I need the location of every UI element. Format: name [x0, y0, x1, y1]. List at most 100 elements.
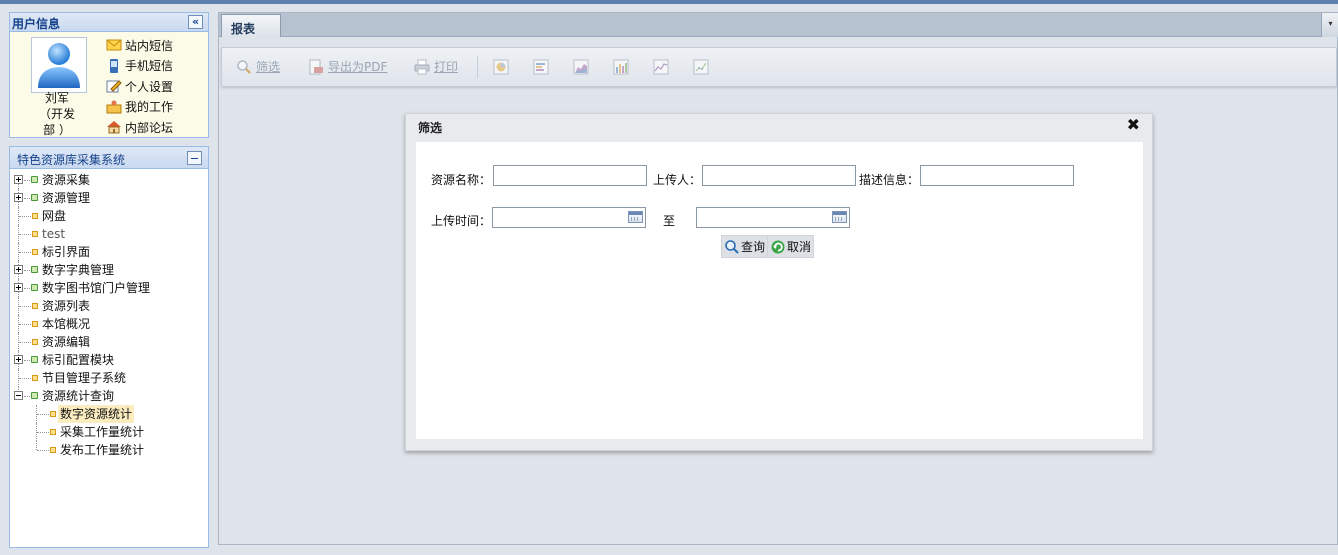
bar-chart-h-icon[interactable]: [533, 59, 549, 75]
leaf-node-icon: [32, 249, 38, 255]
tree-item-resource-management[interactable]: 资源管理: [10, 189, 208, 207]
description-label: 描述信息：: [859, 173, 920, 187]
dialog-header: 筛选 ✖: [406, 114, 1152, 141]
tree-item-netdisk[interactable]: 网盘: [10, 207, 208, 225]
link-sms[interactable]: 手机短信: [106, 56, 173, 77]
tab-strip: 报表 ▾: [219, 13, 1338, 37]
calendar-icon[interactable]: [832, 211, 847, 223]
scatter-chart-icon[interactable]: [693, 59, 709, 75]
link-forum[interactable]: 内部论坛: [106, 117, 173, 138]
tab-menu-dropdown[interactable]: ▾: [1321, 13, 1338, 37]
export-pdf-button[interactable]: 导出为PDF: [308, 58, 387, 75]
leaf-node-icon: [32, 321, 38, 327]
collapse-sidebar-button[interactable]: «: [188, 15, 203, 29]
edit-icon: [106, 79, 122, 93]
dialog-body: 资源名称： 上传人： 描述信息： 上传时间： 至 查询 取消: [416, 142, 1143, 439]
navigation-panel: 特色资源库采集系统 资源采集 资源管理 网盘 test 标引界面 数字字典管理 …: [9, 146, 209, 548]
folder-node-icon: [31, 392, 38, 399]
tree-item-resource-collection[interactable]: 资源采集: [10, 171, 208, 189]
link-label: 内部论坛: [125, 120, 174, 135]
expand-toggle[interactable]: [14, 193, 23, 202]
filter-dialog: 筛选 ✖ 资源名称： 上传人： 描述信息： 上传时间： 至 查询 取消: [405, 113, 1153, 451]
tree-item-indexing-config[interactable]: 标引配置模块: [10, 351, 208, 369]
expand-toggle[interactable]: [14, 283, 23, 292]
query-button[interactable]: 查询: [721, 235, 769, 258]
print-label: 打印: [434, 60, 459, 74]
column-chart-icon[interactable]: [613, 59, 629, 75]
user-name-block: 刘军 （开发 部 ）: [26, 90, 88, 138]
link-personal-settings[interactable]: 个人设置: [106, 76, 173, 97]
collapse-toggle[interactable]: [14, 391, 23, 400]
query-label: 查询: [741, 240, 766, 254]
envelope-icon: [106, 38, 122, 52]
resource-name-input[interactable]: [493, 165, 647, 186]
leaf-node-icon: [50, 411, 56, 417]
navigation-header: 特色资源库采集系统: [10, 147, 208, 169]
leaf-node-icon: [32, 231, 38, 237]
filter-button[interactable]: 筛选: [236, 58, 280, 75]
user-links: 站内短信 手机短信 个人设置 我的工作 内部论坛: [106, 35, 173, 138]
folder-node-icon: [31, 194, 38, 201]
tree-item-program-management[interactable]: 节目管理子系统: [10, 369, 208, 387]
expand-toggle[interactable]: [14, 175, 23, 184]
tree-item-library-portal-management[interactable]: 数字图书馆门户管理: [10, 279, 208, 297]
tree-item-digital-resource-stats[interactable]: 数字资源统计: [10, 405, 208, 423]
leaf-node-icon: [50, 447, 56, 453]
user-dept-line1: （开发: [38, 107, 75, 121]
expand-toggle[interactable]: [14, 355, 23, 364]
to-label: 至: [663, 214, 676, 228]
tree-item-resource-statistics[interactable]: 资源统计查询: [10, 387, 208, 405]
user-info-title: 用户信息: [12, 17, 61, 31]
user-info-header: 用户信息 «: [10, 13, 208, 32]
expand-toggle[interactable]: [14, 265, 23, 274]
avatar: [31, 37, 87, 93]
printer-icon: [414, 59, 430, 75]
link-label: 我的工作: [125, 100, 174, 115]
upload-time-label: 上传时间：: [431, 214, 492, 228]
pdf-icon: [308, 59, 324, 75]
report-toolbar: 筛选 导出为PDF 打印: [221, 47, 1337, 87]
tree-item-resource-editing[interactable]: 资源编辑: [10, 333, 208, 351]
description-input[interactable]: [920, 165, 1074, 186]
home-icon: [106, 120, 122, 134]
close-icon[interactable]: ✖: [1127, 116, 1140, 134]
toolbar-separator: [477, 56, 478, 78]
user-dept-line2: 部 ）: [43, 123, 71, 137]
tree-item-publish-workload-stats[interactable]: 发布工作量统计: [10, 441, 208, 459]
link-my-work[interactable]: 我的工作: [106, 97, 173, 118]
folder-node-icon: [31, 284, 38, 291]
resource-name-label: 资源名称：: [431, 173, 492, 187]
collapse-panel-button[interactable]: [187, 151, 202, 165]
line-chart-icon[interactable]: [653, 59, 669, 75]
cancel-button[interactable]: 取消: [767, 235, 815, 258]
tab-report[interactable]: 报表: [221, 14, 281, 37]
folder-node-icon: [31, 176, 38, 183]
link-internal-message[interactable]: 站内短信: [106, 35, 173, 56]
tree-item-indexing-ui[interactable]: 标引界面: [10, 243, 208, 261]
mobile-phone-icon: [106, 58, 122, 73]
area-chart-icon[interactable]: [573, 59, 589, 75]
navigation-tree: 资源采集 资源管理 网盘 test 标引界面 数字字典管理 数字图书馆门户管理 …: [10, 171, 208, 459]
leaf-node-icon: [32, 303, 38, 309]
uploader-input[interactable]: [702, 165, 856, 186]
tree-item-dictionary-management[interactable]: 数字字典管理: [10, 261, 208, 279]
print-button[interactable]: 打印: [414, 58, 458, 75]
link-label: 站内短信: [125, 38, 174, 53]
leaf-node-icon: [32, 213, 38, 219]
undo-icon: [770, 239, 786, 255]
tree-item-library-overview[interactable]: 本馆概况: [10, 315, 208, 333]
tree-item-collection-workload-stats[interactable]: 采集工作量统计: [10, 423, 208, 441]
upload-time-start-input[interactable]: [492, 207, 646, 228]
folder-node-icon: [31, 266, 38, 273]
search-icon: [724, 239, 740, 255]
pie-chart-icon[interactable]: [493, 59, 509, 75]
tree-item-resource-list[interactable]: 资源列表: [10, 297, 208, 315]
tree-item-test[interactable]: test: [10, 225, 208, 243]
upload-time-end-input[interactable]: [696, 207, 850, 228]
calendar-icon[interactable]: [628, 211, 643, 223]
user-info-panel: 用户信息 « 刘军 （开发 部 ） 站内短信 手机短信 个人设置 我的工作 内部…: [9, 12, 209, 138]
dialog-title: 筛选: [418, 121, 443, 135]
top-accent-bar: [0, 0, 1338, 4]
navigation-title: 特色资源库采集系统: [17, 153, 126, 167]
magnifier-icon: [236, 59, 252, 75]
